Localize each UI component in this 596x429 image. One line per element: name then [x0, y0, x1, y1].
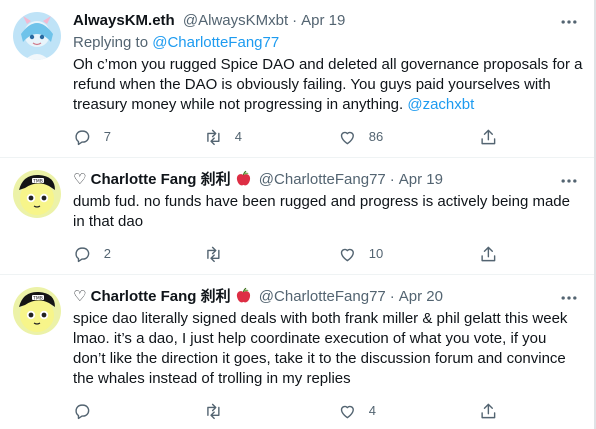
separator-dot: · [292, 12, 298, 29]
retweet-count: 4 [234, 129, 242, 144]
apple-emoji-icon [235, 170, 252, 193]
share-icon [481, 129, 496, 144]
avatar-milady-image: TMB [13, 287, 61, 335]
like-count: 10 [368, 246, 384, 261]
share-button[interactable] [479, 401, 498, 421]
more-icon[interactable] [559, 12, 579, 32]
display-name[interactable]: AlwaysKM.eth [73, 12, 175, 29]
user-handle[interactable]: @AlwaysKMxbt [183, 12, 288, 29]
like-button[interactable]: 86 [338, 127, 383, 147]
tweet-actions: 4 [73, 401, 503, 421]
share-button[interactable] [479, 244, 498, 264]
replying-to-label: Replying to [73, 34, 153, 51]
like-button[interactable]: 4 [338, 401, 376, 421]
user-handle[interactable]: @CharlotteFang77 [259, 288, 386, 305]
more-icon[interactable] [559, 171, 579, 191]
share-icon [481, 403, 496, 418]
share-icon [481, 246, 496, 261]
like-icon [340, 248, 354, 261]
avatar-charlotte[interactable]: TMB [13, 287, 61, 335]
avatar-milady-image: TMB [13, 170, 61, 218]
tweet-date[interactable]: Apr 20 [399, 288, 443, 305]
separator-dot: · [389, 171, 395, 188]
tweet-2[interactable]: TMB ♡ Charlotte Fang 刹利 @CharlotteFang77… [0, 158, 596, 274]
tweet-header: AlwaysKM.eth @AlwaysKMxbt · Apr 19 [73, 11, 345, 31]
reply-button[interactable] [73, 401, 104, 421]
tweet-date[interactable]: Apr 19 [301, 12, 345, 29]
svg-text:TMB: TMB [32, 178, 43, 184]
avatar-alwayskm[interactable] [13, 12, 61, 60]
like-button[interactable]: 10 [338, 244, 383, 264]
reply-button[interactable]: 7 [73, 127, 111, 147]
reply-button[interactable]: 2 [73, 244, 111, 264]
retweet-button[interactable] [204, 401, 235, 421]
reply-count: 2 [103, 246, 111, 261]
tweet-1[interactable]: AlwaysKM.eth @AlwaysKMxbt · Apr 19 Replyin… [0, 0, 596, 156]
separator-dot: · [389, 288, 395, 305]
like-count: 4 [368, 403, 376, 418]
avatar-anime-image [13, 12, 61, 60]
retweet-button[interactable] [204, 244, 235, 264]
like-icon [340, 405, 354, 418]
svg-text:TMB: TMB [32, 295, 43, 301]
tweet-text: dumb fud. no funds have been rugged and … [73, 193, 570, 230]
tweet-3[interactable]: TMB ♡ Charlotte Fang 刹利 @CharlotteFang77… [0, 275, 596, 429]
tweet-date[interactable]: Apr 19 [399, 171, 443, 188]
display-name[interactable]: ♡ Charlotte Fang 刹利 [73, 171, 231, 188]
tweet-text-body: Oh c’mon you rugged Spice DAO and delete… [73, 56, 583, 113]
tweet-actions: 2 10 [73, 244, 503, 264]
tweet-header: ♡ Charlotte Fang 刹利 @CharlotteFang77 · Apr… [73, 170, 443, 190]
avatar-charlotte[interactable]: TMB [13, 170, 61, 218]
like-icon [340, 131, 354, 144]
display-name[interactable]: ♡ Charlotte Fang 刹利 [73, 288, 231, 305]
like-count: 86 [368, 129, 384, 144]
user-handle[interactable]: @CharlotteFang77 [259, 171, 386, 188]
retweet-icon [207, 129, 220, 145]
replying-to-line: Replying to @CharlotteFang77 [73, 33, 279, 53]
replying-to-handle[interactable]: @CharlotteFang77 [152, 34, 279, 51]
tweet-text: spice dao literally signed deals with bo… [73, 310, 568, 387]
reply-icon [75, 247, 90, 262]
retweet-icon [207, 246, 220, 262]
mention-link[interactable]: @zachxbt [407, 96, 474, 113]
retweet-icon [207, 403, 220, 419]
reply-count: 7 [103, 129, 111, 144]
tweet-header: ♡ Charlotte Fang 刹利 @CharlotteFang77 · Apr… [73, 287, 443, 307]
share-button[interactable] [479, 127, 498, 147]
apple-emoji-icon [235, 287, 252, 310]
tweet-text: Oh c’mon you rugged Spice DAO and delete… [73, 55, 583, 115]
retweet-button[interactable]: 4 [204, 127, 242, 147]
tweet-actions: 7 4 86 [73, 127, 503, 147]
reply-icon [75, 130, 90, 145]
more-icon[interactable] [559, 288, 579, 308]
reply-icon [75, 404, 90, 419]
